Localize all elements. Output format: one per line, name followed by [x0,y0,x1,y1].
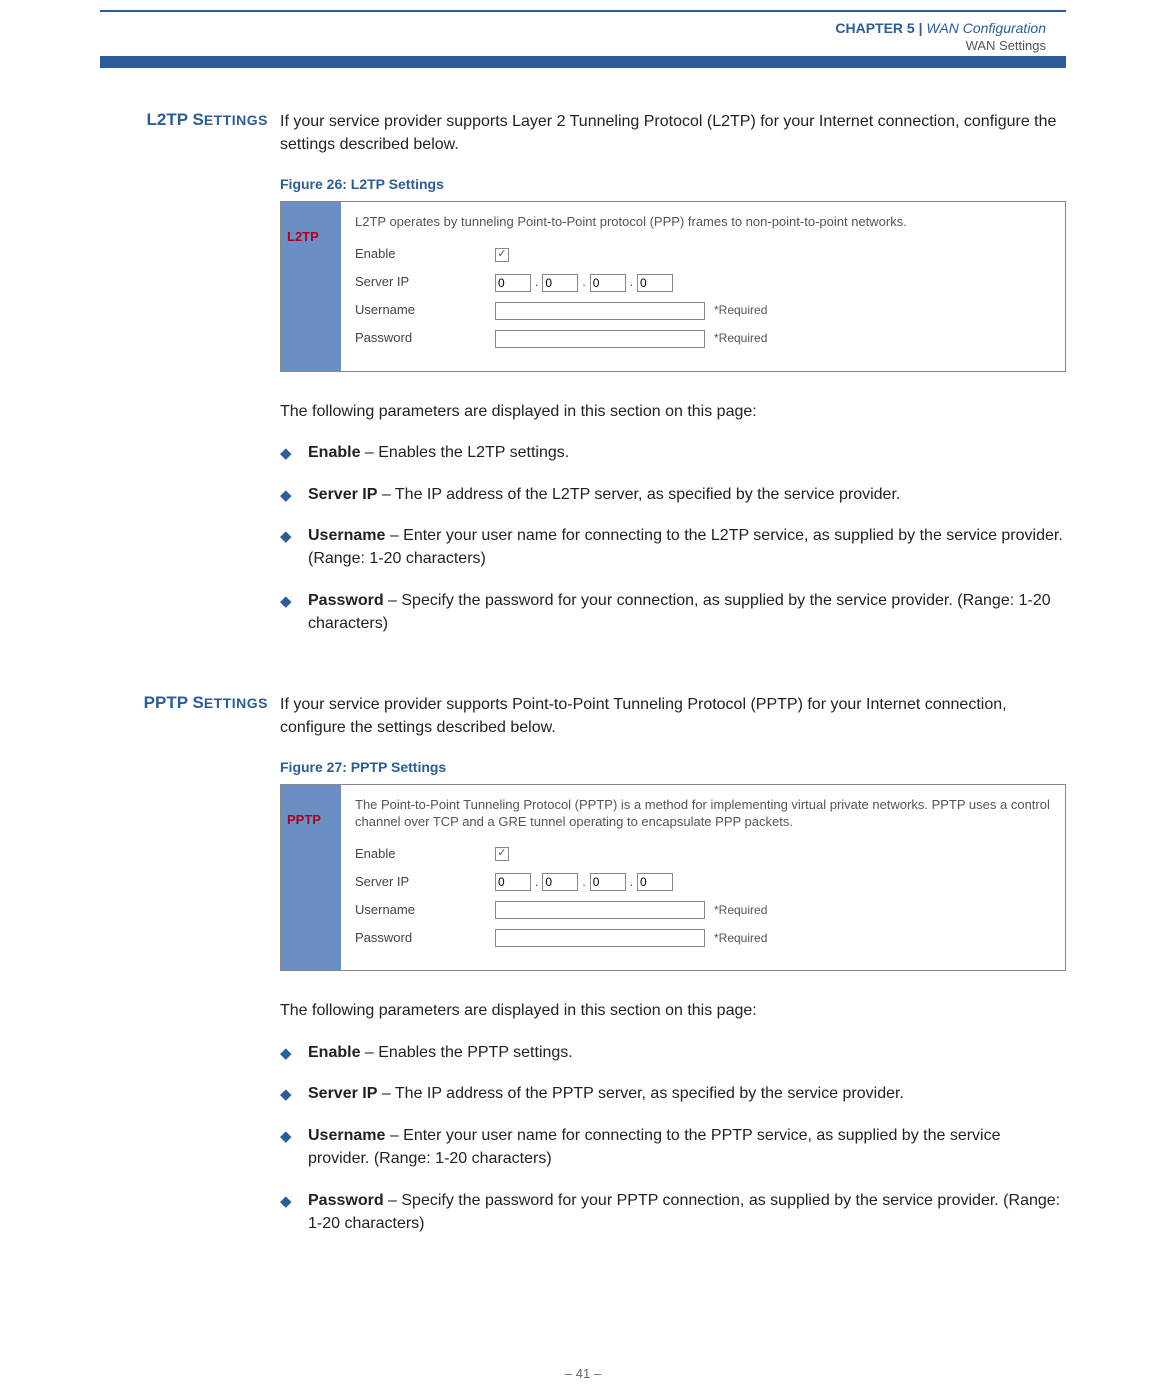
header-subtitle: WAN Settings [835,38,1046,53]
header-rule [100,10,1066,12]
l2tp-bullet-desc-0: – Enables the L2TP settings. [360,444,569,461]
pptp-bullet-list: ◆Enable – Enables the PPTP settings. ◆Se… [280,1041,1066,1235]
l2tp-bullet-desc-1: – The IP address of the L2TP server, as … [377,486,900,503]
pptp-heading-part1: PPTP S [144,693,204,712]
list-item: ◆Password – Specify the password for you… [280,589,1066,635]
l2tp-bullet-term-0: Enable [308,444,360,461]
l2tp-figure-caption: Figure 26: L2TP Settings [280,174,1066,194]
l2tp-bullet-desc-3: – Specify the password for your connecti… [308,592,1051,632]
l2tp-screenshot: L2TP L2TP operates by tunneling Point-to… [280,201,1066,372]
list-item: ◆Server IP – The IP address of the PPTP … [280,1082,1066,1106]
pptp-bullet-desc-1: – The IP address of the PPTP server, as … [377,1085,904,1102]
l2tp-shot-desc: L2TP operates by tunneling Point-to-Poin… [355,214,1051,231]
l2tp-bullet-term-2: Username [308,527,385,544]
diamond-icon: ◆ [280,1041,308,1065]
l2tp-username-required: *Required [714,302,767,319]
l2tp-username-label: Username [355,301,495,320]
list-item: ◆Server IP – The IP address of the L2TP … [280,483,1066,507]
pptp-intro: If your service provider supports Point-… [280,693,1066,739]
chapter-title: WAN Configuration [926,20,1046,36]
l2tp-enable-label: Enable [355,245,495,264]
l2tp-heading-part2: ETTINGS [204,112,268,128]
l2tp-ip-octet-2[interactable] [542,274,578,292]
l2tp-ip-octet-4[interactable] [637,274,673,292]
pptp-bullet-term-1: Server IP [308,1085,377,1102]
pptp-shot-sidebar: PPTP [281,785,341,971]
list-item: ◆Enable – Enables the PPTP settings. [280,1041,1066,1065]
pptp-enable-checkbox[interactable]: ✓ [495,847,509,861]
pptp-serverip-label: Server IP [355,873,495,892]
l2tp-param-intro: The following parameters are displayed i… [280,400,1066,423]
list-item: ◆Password – Specify the password for you… [280,1189,1066,1235]
l2tp-enable-checkbox[interactable]: ✓ [495,248,509,262]
pptp-heading-part2: ETTINGS [204,695,268,711]
l2tp-heading-part1: L2TP S [147,110,204,129]
diamond-icon: ◆ [280,1082,308,1106]
chapter-sep: | [915,20,927,36]
pptp-enable-label: Enable [355,845,495,864]
pptp-bullet-desc-2: – Enter your user name for connecting to… [308,1127,1001,1167]
diamond-icon: ◆ [280,483,308,507]
list-item: ◆Username – Enter your user name for con… [280,524,1066,570]
pptp-ip-octet-1[interactable] [495,873,531,891]
pptp-bullet-desc-3: – Specify the password for your PPTP con… [308,1192,1060,1232]
pptp-password-label: Password [355,929,495,948]
l2tp-heading: L2TP SETTINGS [100,110,280,653]
running-header: CHAPTER 5 | WAN Configuration WAN Settin… [835,20,1046,53]
l2tp-shot-sidebar: L2TP [281,202,341,371]
l2tp-password-input[interactable] [495,330,705,348]
l2tp-username-input[interactable] [495,302,705,320]
diamond-icon: ◆ [280,524,308,570]
chapter-label: CHAPTER 5 [835,20,914,36]
diamond-icon: ◆ [280,441,308,465]
pptp-figure-caption: Figure 27: PPTP Settings [280,757,1066,777]
pptp-param-intro: The following parameters are displayed i… [280,999,1066,1022]
pptp-bullet-term-0: Enable [308,1044,360,1061]
pptp-screenshot: PPTP The Point-to-Point Tunneling Protoc… [280,784,1066,972]
pptp-bullet-term-2: Username [308,1127,385,1144]
pptp-section: PPTP SETTINGS If your service provider s… [100,693,1066,1253]
l2tp-ip-octet-3[interactable] [590,274,626,292]
diamond-icon: ◆ [280,1189,308,1235]
pptp-bullet-term-3: Password [308,1192,384,1209]
l2tp-serverip-label: Server IP [355,273,495,292]
pptp-username-input[interactable] [495,901,705,919]
pptp-bullet-desc-0: – Enables the PPTP settings. [360,1044,572,1061]
page-number: – 41 – [0,1366,1166,1381]
l2tp-section: L2TP SETTINGS If your service provider s… [100,110,1066,653]
l2tp-bullet-list: ◆Enable – Enables the L2TP settings. ◆Se… [280,441,1066,635]
list-item: ◆Username – Enter your user name for con… [280,1124,1066,1170]
diamond-icon: ◆ [280,589,308,635]
pptp-username-required: *Required [714,902,767,919]
header-bar [100,56,1066,68]
l2tp-intro: If your service provider supports Layer … [280,110,1066,156]
pptp-shot-desc: The Point-to-Point Tunneling Protocol (P… [355,797,1051,831]
pptp-password-input[interactable] [495,929,705,947]
pptp-ip-octet-4[interactable] [637,873,673,891]
pptp-password-required: *Required [714,930,767,947]
diamond-icon: ◆ [280,1124,308,1170]
l2tp-ip-octet-1[interactable] [495,274,531,292]
pptp-ip-octet-3[interactable] [590,873,626,891]
l2tp-bullet-term-3: Password [308,592,384,609]
l2tp-password-required: *Required [714,330,767,347]
l2tp-bullet-desc-2: – Enter your user name for connecting to… [308,527,1063,567]
pptp-username-label: Username [355,901,495,920]
pptp-ip-octet-2[interactable] [542,873,578,891]
l2tp-password-label: Password [355,329,495,348]
pptp-heading: PPTP SETTINGS [100,693,280,1253]
list-item: ◆Enable – Enables the L2TP settings. [280,441,1066,465]
l2tp-bullet-term-1: Server IP [308,486,377,503]
